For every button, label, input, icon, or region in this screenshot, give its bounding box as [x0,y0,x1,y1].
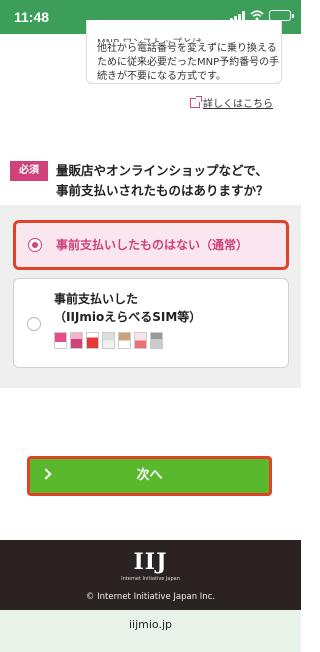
option-no-prepayment[interactable]: 事前支払いしたものはない（通常） [13,220,289,270]
external-link-icon [190,95,202,108]
status-time: 11:48 [14,9,50,25]
info-line: ために従来必要だったMNP予約番号の手 [97,57,280,68]
radio-unselected-icon[interactable] [27,317,41,331]
required-badge: 必須 [10,161,48,181]
url-text: iijmio.jp [128,618,172,631]
question-row: 必須 量販店やオンラインショップなどで、 事前支払いされたものはありますか？ [0,157,301,199]
more-details-label: 詳しくはこちら [203,99,273,110]
next-button-label: 次へ [136,468,163,483]
mnp-info-box: MNP ワンストップとは 他社から電話番号を変えずに乗り換える ために従来必要だ… [86,20,282,84]
info-line: 他社から電話番号を変えずに乗り換える [97,43,277,54]
copyright: © Internet Initiative Japan Inc. [85,592,216,602]
info-line: 続きが不要になる方式です。 [97,71,226,82]
more-details-link[interactable]: 詳しくはこちら [190,95,273,110]
option-label-line-1: 事前支払いした [54,292,139,306]
signal-icon [230,10,245,21]
question-line-1: 量販店やオンラインショップなどで、 [56,163,268,178]
option-label-line-2: （IIJmioえらべるSIM等） [54,310,202,324]
next-button[interactable]: 次へ [27,456,272,496]
iij-tagline: Internet Initiative Japan [121,576,180,582]
sim-package-icon [86,332,99,349]
footer: IIJ Internet Initiative Japan © Internet… [0,540,301,610]
sim-package-icon [70,332,83,349]
sim-package-images [54,332,163,349]
question-text: 量販店やオンラインショップなどで、 事前支払いされたものはありますか？ [56,161,296,201]
sim-package-icon [118,332,131,349]
radio-selected-icon[interactable] [28,238,42,252]
option-label: 事前支払いしたものはない（通常） [56,238,249,252]
sim-package-icon [150,332,163,349]
sim-package-icon [102,332,115,349]
option-prepaid[interactable]: 事前支払いした （IIJmioえらべるSIM等） [13,278,289,368]
sim-package-icon [134,332,147,349]
iij-logo: IIJ [133,549,168,575]
options-area: 事前支払いしたものはない（通常） 事前支払いした （IIJmioえらべるSIM等… [0,205,301,388]
browser-url-bar[interactable]: iijmio.jp [0,610,301,652]
sim-package-icon [54,332,67,349]
question-line-2: 事前支払いされたものはありますか？ [56,183,269,198]
